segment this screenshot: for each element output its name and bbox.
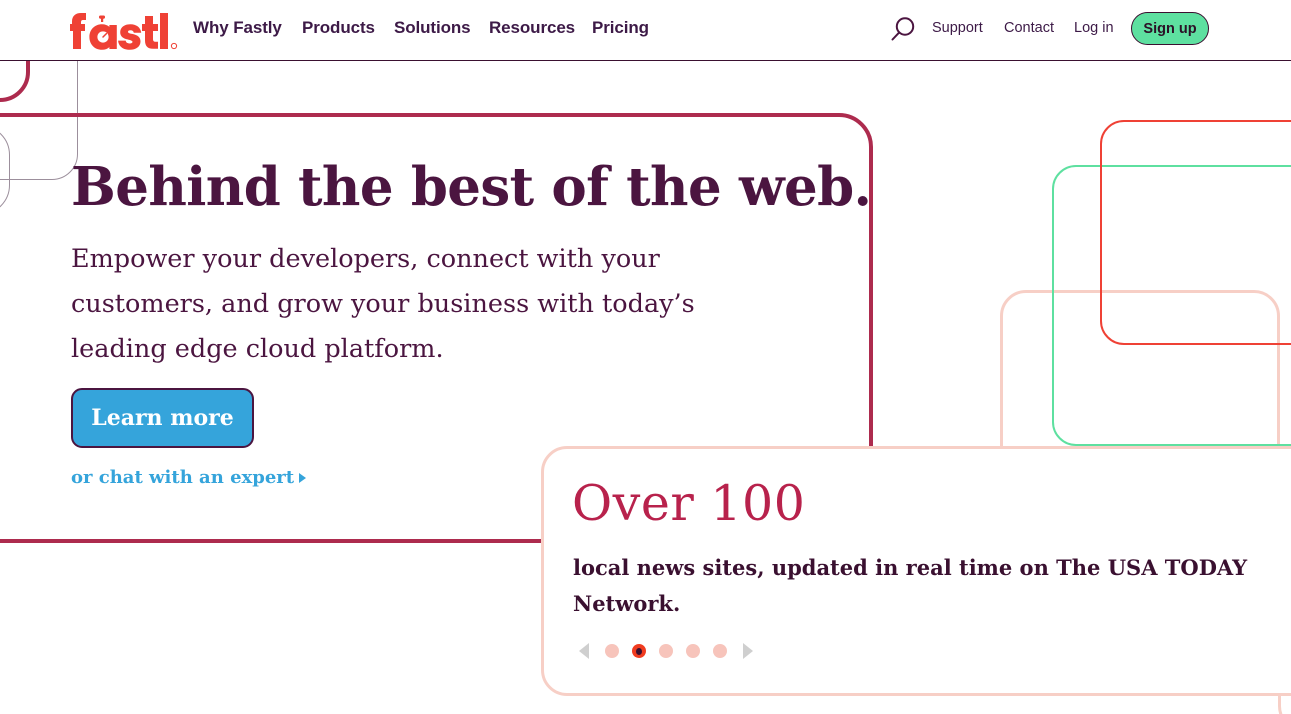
decorative-red-rect (1100, 120, 1291, 345)
carousel-dot-2[interactable] (632, 644, 646, 658)
carousel-dots (605, 644, 727, 658)
utility-link-contact[interactable]: Contact (1004, 20, 1054, 36)
nav-item-resources[interactable]: Resources (489, 18, 575, 38)
caret-right-icon (299, 472, 307, 483)
chat-with-expert-link[interactable]: or chat with an expert (71, 467, 307, 488)
learn-more-button[interactable]: Learn more (71, 388, 254, 448)
carousel-dot-3[interactable] (659, 644, 673, 658)
nav-item-solutions[interactable]: Solutions (394, 18, 471, 38)
carousel-next-button[interactable] (737, 640, 759, 662)
chat-with-expert-label: or chat with an expert (71, 467, 295, 488)
hero-subtitle: Empower your developers, connect with yo… (71, 243, 695, 364)
fastly-homepage-hero: Why Fastly Products Solutions Resources … (0, 0, 1291, 714)
search-icon[interactable] (887, 14, 919, 46)
decorative-grey-arc (0, 125, 10, 215)
page-title: Behind the best of the web. (71, 156, 872, 218)
stat-description: local news sites, updated in real time o… (573, 555, 1248, 616)
carousel-dot-4[interactable] (686, 644, 700, 658)
stat-carousel-card: Over 100 local news sites, updated in re… (541, 446, 1291, 696)
hero-section: Behind the best of the web. Empower your… (71, 156, 872, 372)
sign-up-button[interactable]: Sign up (1131, 12, 1209, 45)
nav-item-products[interactable]: Products (302, 18, 375, 38)
nav-item-why-fastly[interactable]: Why Fastly (193, 18, 282, 38)
carousel-prev-button[interactable] (573, 640, 595, 662)
caret-right-icon (743, 643, 753, 659)
utility-link-login[interactable]: Log in (1074, 20, 1114, 36)
site-header: Why Fastly Products Solutions Resources … (0, 0, 1291, 61)
stat-number: Over 100 (572, 475, 806, 532)
caret-left-icon (579, 643, 589, 659)
carousel-controls (573, 640, 759, 662)
fastly-logo[interactable] (70, 10, 178, 50)
carousel-dot-5[interactable] (713, 644, 727, 658)
nav-item-pricing[interactable]: Pricing (592, 18, 649, 38)
utility-link-support[interactable]: Support (932, 20, 983, 36)
decorative-green-rect (1052, 165, 1291, 446)
carousel-dot-1[interactable] (605, 644, 619, 658)
